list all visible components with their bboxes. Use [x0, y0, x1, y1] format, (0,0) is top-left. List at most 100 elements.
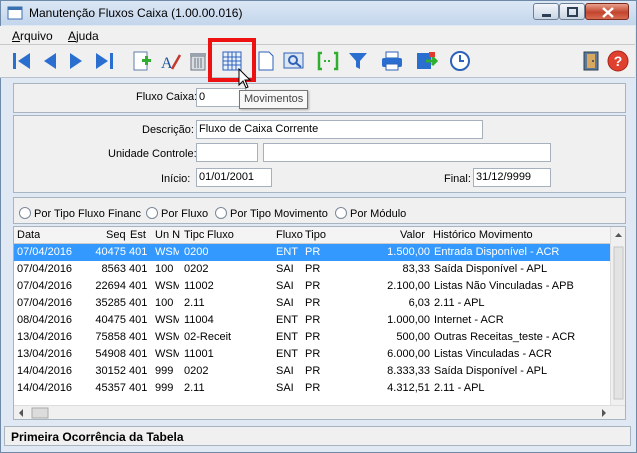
radio-tipo-movimento[interactable]: Por Tipo Movimento — [215, 207, 328, 220]
col-valor[interactable]: Valor — [400, 227, 425, 243]
radio-tipo-fluxo[interactable]: Por Tipo Fluxo Financ — [19, 207, 141, 220]
table-cell: 1.000,00 — [387, 314, 430, 326]
table-row[interactable]: 07/04/2016 35285 401 100 2.11 SAI PR 6,03 2.11 -… — [14, 295, 610, 312]
inicio-input[interactable]: 01/01/2001 — [196, 168, 272, 187]
title-bar[interactable]: Manutenção Fluxos Caixa (1.00.00.016) — [1, 1, 636, 25]
table-cell: SAI — [276, 263, 294, 275]
unidade-name-input[interactable] — [263, 143, 551, 162]
table-cell: 0202 — [184, 263, 209, 275]
table-cell: 401 — [129, 331, 148, 343]
table-cell: 401 — [129, 382, 148, 394]
table-cell: WSM — [155, 331, 179, 343]
table-cell: 2.100,00 — [387, 280, 430, 292]
col-un[interactable]: Un N — [155, 227, 180, 243]
table-cell: 401 — [129, 348, 148, 360]
col-fluxo-code[interactable]: Fluxo — [207, 227, 234, 243]
vertical-scrollbar[interactable] — [610, 227, 625, 405]
table-cell: 22694 — [95, 280, 126, 292]
final-input[interactable]: 31/12/9999 — [473, 168, 551, 187]
menu-bar: Arquivo Ajuda — [0, 26, 635, 45]
first-record-icon[interactable] — [10, 49, 34, 73]
table-cell: 07/04/2016 — [17, 246, 73, 258]
unidade-code-input[interactable] — [196, 143, 258, 162]
table-row[interactable]: 13/04/2016 75858401 WSM 02-Receit ENT PR 500,0… — [14, 329, 610, 346]
status-bar: Primeira Ocorrência da Tabela — [4, 426, 631, 446]
last-record-icon[interactable] — [92, 49, 116, 73]
app-icon — [7, 6, 23, 20]
print-icon[interactable] — [380, 49, 404, 73]
table-cell: 4.312,51 — [387, 382, 430, 394]
table-cell: 6,03 — [408, 297, 430, 309]
col-fluxo[interactable]: Fluxo — [276, 227, 303, 243]
table-cell: SAI — [276, 297, 294, 309]
select-range-icon[interactable] — [316, 49, 340, 73]
table-row[interactable]: 14/04/2016 30152 401 999 0202 SAI PR 8.333,33 Sa… — [14, 363, 610, 380]
col-est[interactable]: Est — [130, 227, 146, 243]
table-cell: WSM — [155, 348, 179, 360]
table-cell: 2.11 - APL — [434, 382, 485, 394]
table-header: Data Seq Est Un N Tipc Fluxo Fluxo Tipo … — [14, 227, 610, 244]
table-cell: 401 — [129, 365, 148, 377]
fluxo-caixa-label: Fluxo Caixa: — [136, 91, 198, 103]
table-cell: PR — [305, 280, 321, 292]
table-row[interactable]: 07/04/2016 22694401 WSM 11002 SAI PR 2.100,00 L… — [14, 278, 610, 295]
next-record-icon[interactable] — [64, 49, 88, 73]
tooltip: Movimentos — [239, 90, 309, 109]
table-cell: Internet - ACR — [434, 314, 504, 326]
table-cell: ENT — [276, 314, 298, 326]
table-row[interactable]: 08/04/2016 40475401 WSM 11004 ENT PR 1.000,00 I… — [14, 312, 610, 329]
col-seq[interactable]: Seq — [106, 227, 126, 243]
delete-icon[interactable] — [186, 49, 210, 73]
add-icon[interactable] — [130, 49, 154, 73]
help-icon[interactable]: ? — [606, 49, 630, 73]
filter-icon[interactable] — [346, 49, 370, 73]
inicio-label: Início: — [161, 173, 191, 185]
table-cell: 401 — [129, 297, 148, 309]
toolbar: A ? — [0, 45, 635, 78]
previous-record-icon[interactable] — [38, 49, 62, 73]
descricao-input[interactable]: Fluxo de Caixa Corrente — [196, 120, 483, 139]
radio-fluxo[interactable]: Por Fluxo — [146, 207, 208, 220]
table-cell: WSM — [155, 314, 179, 326]
table-cell: Outras Receitas_teste - ACR — [434, 331, 576, 343]
table-row[interactable]: 14/04/2016 45357 401 999 2.11 SAI PR 4.312,51 2.… — [14, 380, 610, 397]
table-cell: PR — [305, 246, 321, 258]
export-icon[interactable] — [414, 49, 438, 73]
close-button[interactable] — [585, 3, 629, 20]
menu-ajuda[interactable]: Ajuda — [68, 29, 99, 43]
exit-door-icon[interactable] — [580, 49, 604, 73]
minimize-button[interactable] — [533, 3, 559, 20]
col-tipo[interactable]: Tipo — [305, 227, 326, 243]
table-cell: 75858 — [95, 331, 126, 343]
table-cell: 83,33 — [402, 263, 430, 275]
maximize-button[interactable] — [559, 3, 585, 20]
radio-circle-icon — [19, 207, 31, 219]
preview-icon[interactable] — [282, 49, 306, 73]
table-cell: 401 — [129, 280, 148, 292]
table-cell: 08/04/2016 — [17, 314, 73, 326]
table-cell: 401 — [129, 246, 148, 258]
menu-arquivo[interactable]: Arquivo — [12, 29, 53, 43]
table-cell: Saída Disponível - APL — [434, 263, 548, 275]
edit-icon[interactable]: A — [158, 49, 182, 73]
table-cell: 8563 — [101, 263, 126, 275]
col-historico[interactable]: Histórico Movimento — [433, 227, 533, 243]
table-cell: PR — [305, 382, 321, 394]
clock-icon[interactable] — [448, 49, 472, 73]
col-data[interactable]: Data — [17, 227, 40, 243]
new-document-icon[interactable] — [254, 49, 278, 73]
table-cell: Entrada Disponível - ACR — [434, 246, 560, 258]
radio-modulo[interactable]: Por Módulo — [335, 207, 406, 220]
table-cell: ENT — [276, 246, 298, 258]
table-cell: 100 — [155, 263, 174, 275]
horizontal-scrollbar[interactable] — [14, 405, 625, 419]
table-cell: 40475 — [95, 314, 126, 326]
movimentos-table[interactable]: Data Seq Est Un N Tipc Fluxo Fluxo Tipo … — [13, 226, 626, 420]
table-cell: 13/04/2016 — [17, 331, 73, 343]
table-cell: 45357 — [95, 382, 126, 394]
table-row[interactable]: 07/04/2016 8563 401 100 0202 SAI PR 83,33 Saída … — [14, 261, 610, 278]
table-row[interactable]: 13/04/2016 54908401 WSM 11001 ENT PR 6.000,00 L… — [14, 346, 610, 363]
col-tipc[interactable]: Tipc — [184, 227, 204, 243]
table-row[interactable]: 07/04/2016 40475401 WSM 0200 ENT PR 1.500,00 En… — [14, 244, 610, 261]
unidade-controle-label: Unidade Controle: — [108, 148, 197, 160]
